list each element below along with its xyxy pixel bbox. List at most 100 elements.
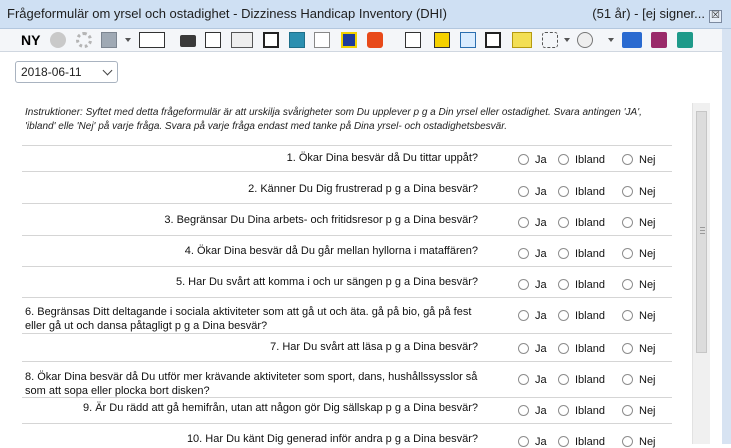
radio-icon[interactable]	[518, 310, 529, 321]
radio-icon[interactable]	[558, 343, 569, 354]
radio-icon[interactable]	[622, 310, 633, 321]
radio-icon[interactable]	[518, 436, 529, 447]
q5-nej-option[interactable]: Nej	[622, 279, 656, 291]
radio-icon[interactable]	[558, 436, 569, 447]
checklist-icon[interactable]	[405, 32, 421, 48]
q3-nej-option[interactable]: Nej	[622, 217, 656, 229]
radio-icon[interactable]	[518, 343, 529, 354]
radio-icon[interactable]	[518, 248, 529, 259]
q8-ja-option[interactable]: Ja	[518, 374, 547, 386]
divider	[22, 423, 672, 424]
radio-icon[interactable]	[622, 343, 633, 354]
tools2-icon[interactable]	[577, 32, 593, 48]
cancel-icon[interactable]	[50, 32, 66, 48]
q10-nej-option[interactable]: Nej	[622, 436, 656, 448]
q6-ibland-option[interactable]: Ibland	[558, 310, 605, 322]
radio-icon[interactable]	[518, 279, 529, 290]
books-icon[interactable]	[651, 32, 667, 48]
card-icon[interactable]	[460, 32, 476, 48]
chevron-down-icon[interactable]	[608, 38, 614, 42]
divider	[22, 297, 672, 298]
q2-ibland-option[interactable]: Ibland	[558, 186, 605, 198]
radio-icon[interactable]	[622, 436, 633, 447]
q10-ja-option[interactable]: Ja	[518, 436, 547, 448]
q1-ibland-option[interactable]: Ibland	[558, 154, 605, 166]
notepad-icon[interactable]	[512, 32, 532, 48]
settings-icon[interactable]	[76, 32, 92, 48]
vertical-scrollbar[interactable]	[692, 103, 710, 444]
patient-info: (51 år) - [ej signer...	[592, 6, 705, 21]
journal-icon[interactable]	[139, 32, 165, 48]
divider	[22, 145, 672, 146]
q2-nej-option[interactable]: Nej	[622, 186, 656, 198]
radio-icon[interactable]	[558, 217, 569, 228]
flash-icon[interactable]	[367, 32, 383, 48]
radio-icon[interactable]	[518, 405, 529, 416]
q3-ibland-option[interactable]: Ibland	[558, 217, 605, 229]
q6-nej-option[interactable]: Nej	[622, 310, 656, 322]
radio-icon[interactable]	[518, 217, 529, 228]
app-icon[interactable]	[622, 32, 642, 48]
date-select[interactable]: 2018-06-11	[15, 61, 118, 83]
radio-icon[interactable]	[558, 279, 569, 290]
besok-icon[interactable]	[231, 32, 253, 48]
question-4: 4. Ökar Dina besvär då Du går mellan hyl…	[184, 245, 478, 257]
tools-icon[interactable]	[542, 32, 558, 48]
q10-ibland-option[interactable]: Ibland	[558, 436, 605, 448]
briefcase-icon[interactable]	[180, 35, 196, 47]
divider	[22, 171, 672, 172]
edit-icon[interactable]	[205, 32, 221, 48]
radio-icon[interactable]	[622, 279, 633, 290]
q7-nej-option[interactable]: Nej	[622, 343, 656, 355]
document-icon[interactable]	[289, 32, 305, 48]
radio-icon[interactable]	[558, 186, 569, 197]
q1-nej-option[interactable]: Nej	[622, 154, 656, 166]
help-icon[interactable]	[677, 32, 693, 48]
radio-icon[interactable]	[622, 217, 633, 228]
q9-nej-option[interactable]: Nej	[622, 405, 656, 417]
q3-ja-option[interactable]: Ja	[518, 217, 547, 229]
radio-icon[interactable]	[558, 154, 569, 165]
q9-ibland-option[interactable]: Ibland	[558, 405, 605, 417]
radio-icon[interactable]	[622, 374, 633, 385]
close-icon: ☒	[711, 10, 720, 21]
radio-icon[interactable]	[518, 186, 529, 197]
q8-ibland-option[interactable]: Ibland	[558, 374, 605, 386]
radio-icon[interactable]	[558, 310, 569, 321]
close-button[interactable]: ☒	[709, 10, 722, 23]
radio-icon[interactable]	[558, 405, 569, 416]
save-icon[interactable]	[101, 32, 117, 48]
q7-ja-option[interactable]: Ja	[518, 343, 547, 355]
chevron-down-icon[interactable]	[125, 38, 131, 42]
q2-ja-option[interactable]: Ja	[518, 186, 547, 198]
chevron-down-icon[interactable]	[564, 38, 570, 42]
radio-icon[interactable]	[558, 248, 569, 259]
radio-icon[interactable]	[518, 154, 529, 165]
q4-ibland-option[interactable]: Ibland	[558, 248, 605, 260]
q4-ja-option[interactable]: Ja	[518, 248, 547, 260]
q6-ja-option[interactable]: Ja	[518, 310, 547, 322]
radio-icon[interactable]	[622, 405, 633, 416]
radio-icon[interactable]	[622, 186, 633, 197]
calculator-icon[interactable]	[314, 32, 330, 48]
q1-ja-option[interactable]: Ja	[518, 154, 547, 166]
m-icon[interactable]	[341, 32, 357, 48]
q8-nej-option[interactable]: Nej	[622, 374, 656, 386]
radio-icon[interactable]	[622, 248, 633, 259]
divider	[22, 235, 672, 236]
p-icon[interactable]	[263, 32, 279, 48]
scrollbar-thumb[interactable]	[696, 111, 707, 353]
q5-ja-option[interactable]: Ja	[518, 279, 547, 291]
radio-icon[interactable]	[558, 374, 569, 385]
new-button[interactable]: NY	[21, 32, 40, 48]
q5-ibland-option[interactable]: Ibland	[558, 279, 605, 291]
id-icon[interactable]	[434, 32, 450, 48]
radio-icon[interactable]	[518, 374, 529, 385]
q9-ja-option[interactable]: Ja	[518, 405, 547, 417]
q4-nej-option[interactable]: Nej	[622, 248, 656, 260]
toolbar: NY	[0, 29, 731, 52]
divider	[22, 361, 672, 362]
q7-ibland-option[interactable]: Ibland	[558, 343, 605, 355]
b-icon[interactable]	[485, 32, 501, 48]
radio-icon[interactable]	[622, 154, 633, 165]
